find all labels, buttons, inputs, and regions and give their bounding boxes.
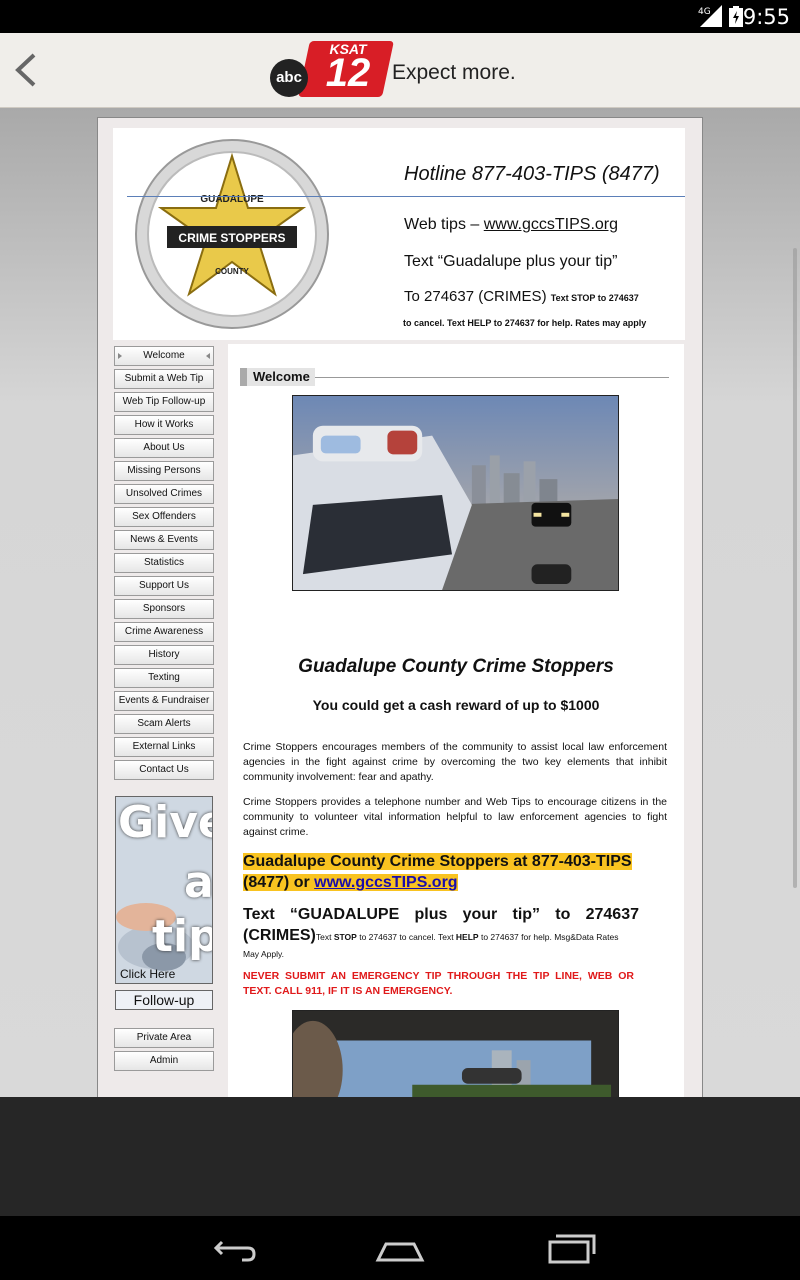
status-bar: 4G 9:55 <box>0 0 800 33</box>
nav-missing-persons[interactable]: Missing Persons <box>114 461 214 481</box>
text-small-help: HELP <box>455 932 479 942</box>
nav-texting[interactable]: Texting <box>114 668 214 688</box>
home-icon[interactable] <box>374 1230 426 1266</box>
reward-text: You could get a cash reward of up to $10… <box>312 697 600 713</box>
give-word: Give <box>118 797 212 848</box>
nav-sex-offenders[interactable]: Sex Offenders <box>114 507 214 527</box>
intro-paragraph-1: Crime Stoppers encourages members of the… <box>243 741 667 783</box>
clock: 9:55 <box>742 5 790 29</box>
text-small: Text STOP to 274637 to cancel. Text HELP… <box>316 932 619 942</box>
to-number-line: To 274637 (CRIMES) Text STOP to 274637 <box>404 288 639 305</box>
nav-private-area[interactable]: Private Area <box>114 1028 214 1048</box>
a-word: a <box>184 857 213 908</box>
section-title: Welcome <box>240 368 315 386</box>
nav-unsolved-crimes[interactable]: Unsolved Crimes <box>114 484 214 504</box>
logo-abc: abc <box>270 59 308 97</box>
bottom-nav: Private Area Admin <box>114 1028 214 1074</box>
svg-text:4G: 4G <box>698 7 711 17</box>
emergency-warning: NEVER SUBMIT AN EMERGENCY TIP THROUGH TH… <box>243 970 634 997</box>
chevron-left-icon[interactable] <box>10 51 44 89</box>
recent-apps-icon[interactable] <box>546 1230 596 1266</box>
svg-text:CRIME STOPPERS: CRIME STOPPERS <box>178 231 285 245</box>
to-small: Text STOP to 274637 <box>550 293 639 303</box>
back-icon[interactable] <box>206 1230 256 1266</box>
tips-website-link[interactable]: www.gccsTIPS.org <box>314 874 457 891</box>
to-number: To 274637 (CRIMES) <box>404 288 547 305</box>
logo-channel: 12 <box>325 51 371 95</box>
text-small-stop: STOP <box>333 932 357 942</box>
nav-history[interactable]: History <box>114 645 214 665</box>
tip-word: tip <box>152 911 213 962</box>
webview[interactable]: CRIME STOPPERS GUADALUPE COUNTY Hotline … <box>0 108 800 1097</box>
signal-icon: 4G <box>698 5 722 27</box>
nav-admin[interactable]: Admin <box>114 1051 214 1071</box>
section-title-rule <box>315 377 669 378</box>
main-content: Welcome Guadalupe County Crime Stoppers … <box>228 344 684 1097</box>
give-a-tip-banner[interactable]: Give a tip Click Here <box>115 796 213 984</box>
nav-scam-alerts[interactable]: Scam Alerts <box>114 714 214 734</box>
nav-about-us[interactable]: About Us <box>114 438 214 458</box>
scrollbar[interactable] <box>793 248 797 888</box>
nav-statistics[interactable]: Statistics <box>114 553 214 573</box>
nav-crime-awareness[interactable]: Crime Awareness <box>114 622 214 642</box>
web-page: CRIME STOPPERS GUADALUPE COUNTY Hotline … <box>97 117 703 1097</box>
highlight-callout: Guadalupe County Crime Stoppers at 877-4… <box>243 851 638 893</box>
follow-up-button[interactable]: Follow-up <box>115 990 213 1010</box>
nav-contact-us[interactable]: Contact Us <box>114 760 214 780</box>
intro-paragraph-2: Crime Stoppers provides a telephone numb… <box>243 796 667 838</box>
web-tips-text: Web tips – www.gccsTIPS.org <box>404 216 618 234</box>
rates-note: to cancel. Text HELP to 274637 for help.… <box>403 318 647 328</box>
banner-divider <box>127 196 685 197</box>
nav-news-events[interactable]: News & Events <box>114 530 214 550</box>
hotline-text: Hotline 877-403-TIPS (8477) <box>404 163 660 185</box>
text-instructions: Text “GUADALUPE plus your tip” to 274637… <box>243 904 639 961</box>
sidebar-nav: Welcome Submit a Web Tip Web Tip Follow-… <box>114 346 214 783</box>
nav-web-tip-follow-up[interactable]: Web Tip Follow-up <box>114 392 214 412</box>
text-tip-line: Text “Guadalupe plus your tip” <box>404 253 618 270</box>
web-tips-prefix: Web tips – <box>404 216 484 233</box>
web-tips-url[interactable]: www.gccsTIPS.org <box>484 216 618 233</box>
svg-text:COUNTY: COUNTY <box>215 267 249 276</box>
car-interior-photo <box>292 1010 619 1097</box>
station-logo: KSAT 12 abc Expect more. <box>268 41 518 101</box>
police-car-photo <box>292 395 619 591</box>
crime-stoppers-seal: CRIME STOPPERS GUADALUPE COUNTY <box>135 139 329 329</box>
page-heading: Guadalupe County Crime Stoppers <box>298 656 614 677</box>
logo-tagline: Expect more. <box>392 61 516 84</box>
header-banner: CRIME STOPPERS GUADALUPE COUNTY Hotline … <box>113 128 685 340</box>
text-small-4: May Apply. <box>243 949 284 959</box>
click-here-label: Click Here <box>120 967 176 981</box>
blank-area <box>0 1097 800 1216</box>
text-small-2: to 274637 to cancel. Text <box>356 932 456 942</box>
battery-icon <box>729 6 743 27</box>
nav-events-fundraiser[interactable]: Events & Fundraiser <box>114 691 214 711</box>
nav-welcome[interactable]: Welcome <box>114 346 214 366</box>
text-small-1: Text <box>315 932 334 942</box>
text-small-3: to 274637 for help. Msg&Data Rates <box>478 932 619 942</box>
nav-support-us[interactable]: Support Us <box>114 576 214 596</box>
nav-external-links[interactable]: External Links <box>114 737 214 757</box>
app-bar: KSAT 12 abc Expect more. <box>0 33 800 108</box>
system-nav-bar <box>0 1216 800 1280</box>
nav-sponsors[interactable]: Sponsors <box>114 599 214 619</box>
nav-how-it-works[interactable]: How it Works <box>114 415 214 435</box>
nav-submit-web-tip[interactable]: Submit a Web Tip <box>114 369 214 389</box>
